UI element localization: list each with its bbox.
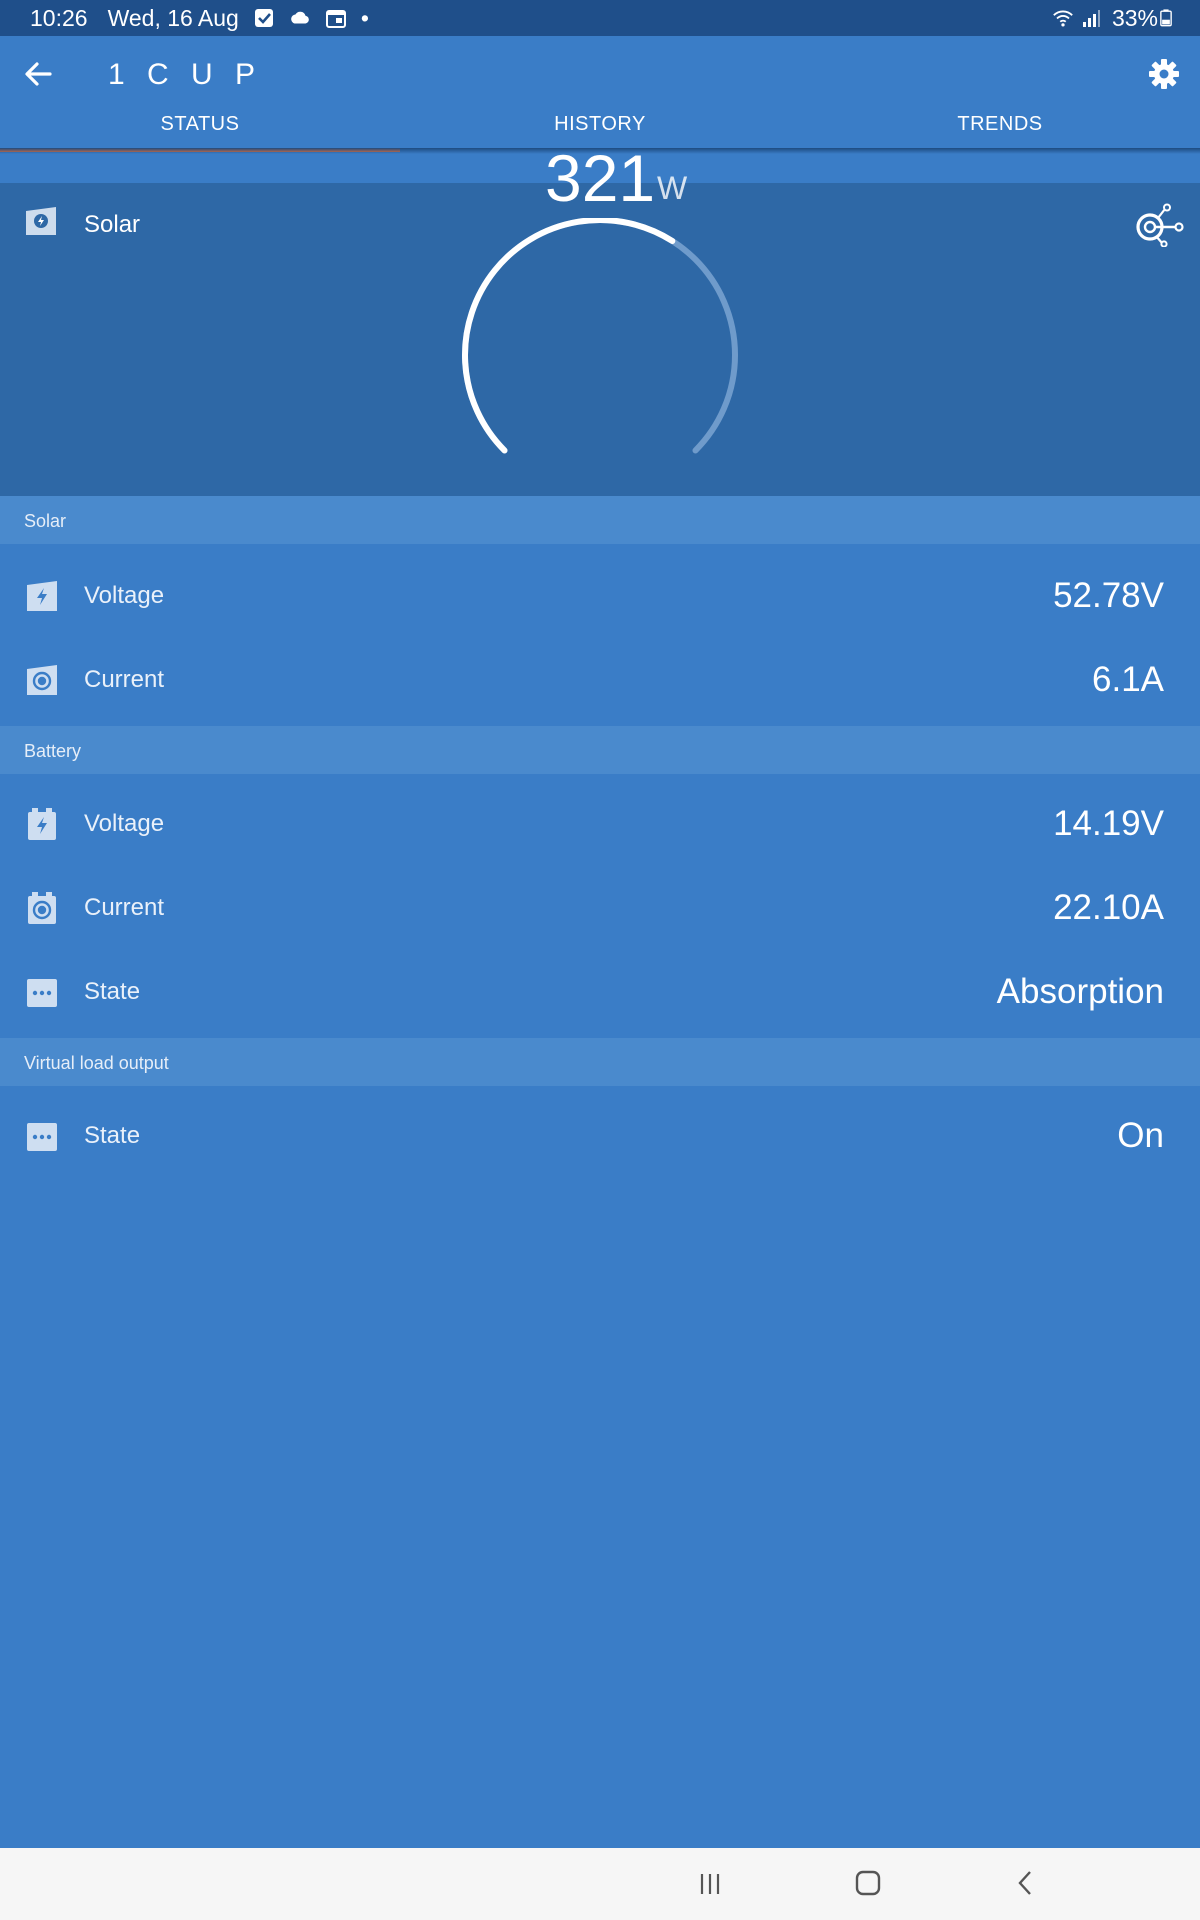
status-bar: 10:26 Wed, 16 Aug • 33%	[0, 0, 1200, 36]
state-icon	[27, 979, 57, 1007]
battery-state-value: Absorption	[996, 972, 1164, 1011]
tab-status[interactable]: STATUS	[0, 104, 400, 152]
row-label: State	[84, 1122, 141, 1149]
row-label: Current	[84, 894, 165, 921]
solar-voltage-row: Voltage 52.78V	[0, 554, 1200, 638]
battery-current-value: 22.10A	[1053, 888, 1164, 927]
back-arrow-icon[interactable]	[20, 56, 56, 92]
row-label: Current	[84, 666, 165, 693]
checkbox-notification-icon	[254, 9, 273, 27]
notification-dot: •	[360, 4, 369, 31]
row-label: State	[84, 978, 141, 1005]
solar-hero-panel: Solar	[0, 183, 1200, 496]
home-icon[interactable]	[848, 1866, 888, 1902]
virtual-load-state-value: On	[1117, 1116, 1164, 1155]
row-label: Voltage	[84, 582, 165, 609]
power-unit: W	[657, 170, 688, 206]
calendar-icon	[325, 10, 346, 28]
battery-percent: 33%	[1111, 4, 1158, 31]
battery-voltage-value: 14.19V	[1053, 804, 1164, 843]
status-bar-left: 10:26 Wed, 16 Aug •	[30, 5, 369, 32]
battery-icon	[1160, 9, 1172, 27]
gauge-fill	[462, 218, 676, 454]
app-bar: 1 C U P STATUS HISTORY TRENDS	[0, 36, 1200, 152]
section-header-virtual-load: Virtual load output	[0, 1038, 1200, 1086]
solar-current-row: Current 6.1A	[0, 638, 1200, 722]
recent-apps-icon[interactable]	[690, 1866, 730, 1902]
wifi-icon	[1053, 10, 1073, 27]
battery-current-icon	[28, 892, 56, 924]
state-icon	[27, 1123, 57, 1151]
device-title: 1 C U P	[108, 58, 263, 91]
back-nav-icon[interactable]	[1006, 1866, 1046, 1902]
solar-device-icon	[26, 207, 56, 235]
section-header-battery: Battery	[0, 726, 1200, 774]
signal-icon	[1082, 10, 1100, 27]
solar-voltage-value: 52.78V	[1053, 576, 1164, 615]
battery-voltage-row: Voltage 14.19V	[0, 782, 1200, 866]
power-value: 321	[545, 141, 656, 215]
solar-current-value: 6.1A	[1092, 660, 1164, 699]
virtual-load-state-row: State On	[0, 1094, 1200, 1178]
tab-trends[interactable]: TRENDS	[800, 104, 1200, 152]
power-gauge	[462, 218, 738, 454]
battery-voltage-icon	[28, 808, 56, 840]
cloud-icon	[291, 11, 309, 24]
section-header-solar: Solar	[0, 496, 1200, 544]
status-bar-right: 33%	[1052, 5, 1172, 32]
gear-icon[interactable]	[1146, 56, 1182, 92]
hero-label: Solar	[84, 211, 141, 238]
battery-current-row: Current 22.10A	[0, 866, 1200, 950]
date: Wed, 16 Aug	[107, 4, 239, 31]
network-icon[interactable]	[1132, 203, 1186, 247]
system-nav-bar	[0, 1848, 1200, 1920]
row-label: Voltage	[84, 810, 165, 837]
solar-current-icon	[27, 665, 57, 695]
clock: 10:26	[30, 4, 88, 31]
battery-state-row: State Absorption	[0, 950, 1200, 1034]
solar-voltage-icon	[27, 581, 57, 611]
